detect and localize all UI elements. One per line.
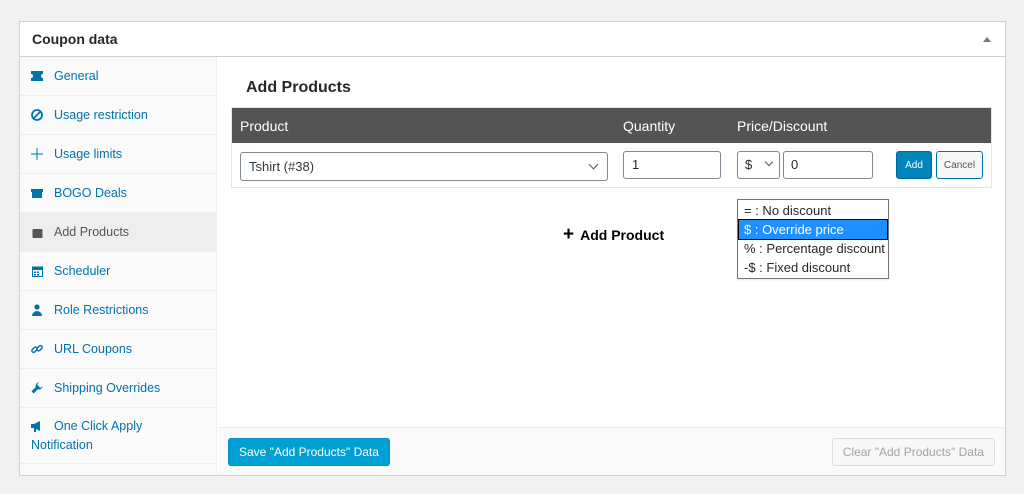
sidebar-item-role-restrictions[interactable]: Role Restrictions [20,291,216,330]
sidebar-item-add-products[interactable]: Add Products [20,213,216,252]
sidebar-item-general[interactable]: General [20,57,216,96]
save-add-products-button[interactable]: Save "Add Products" Data [228,438,390,466]
sidebar-item-label: URL Coupons [54,341,133,356]
clear-add-products-button[interactable]: Clear "Add Products" Data [831,438,995,466]
sidebar-item-label: Shipping Overrides [54,380,161,395]
sidebar-item-one-click-apply-notification[interactable]: One Click Apply Notification [20,408,216,464]
ticket-icon [31,70,43,82]
discount-type-dropdown: = : No discount $ : Override price % : P… [737,199,889,279]
sidebar-item-label: One Click Apply Notification [31,417,143,455]
chevron-down-icon [588,159,599,170]
table-row: Tshirt (#38) 1 $ 0 Add Cancel [232,143,991,187]
sidebar-item-label: Role Restrictions [54,302,149,317]
dropdown-option-override-price[interactable]: $ : Override price [738,219,888,240]
add-product-link[interactable]: + Add Product [563,225,664,244]
add-product-label: Add Product [580,226,665,243]
sidebar-item-label-line1: One Click Apply [54,419,143,433]
sidebar-item-label: BOGO Deals [54,185,127,200]
discount-type-select[interactable]: $ [737,151,780,179]
calendar-icon [31,265,43,277]
plus-icon: + [563,224,575,245]
gift-icon [31,187,43,199]
product-select-value: Tshirt (#38) [249,159,315,174]
chevron-down-icon [764,157,774,167]
sidebar-item-label-line2: Notification [31,438,93,452]
products-table: Product Quantity Price/Discount Tshirt (… [231,107,992,188]
sidebar-item-shipping-overrides[interactable]: Shipping Overrides [20,369,216,408]
column-header-product: Product [240,118,289,134]
sidebar-item-label: Add Products [54,224,130,239]
panel-body: General Usage restriction Usage limits B… [20,57,1005,475]
sidebar-item-url-coupons[interactable]: URL Coupons [20,330,216,369]
sidebar-item-label: Usage restriction [54,107,148,122]
dropdown-option-percentage-discount[interactable]: % : Percentage discount [738,239,888,258]
sidebar-tabs: General Usage restriction Usage limits B… [20,57,217,475]
sidebar-item-label: Scheduler [54,263,111,278]
column-header-quantity: Quantity [623,118,676,134]
panel-header[interactable]: Coupon data [20,22,1005,57]
quantity-input[interactable]: 1 [623,151,721,179]
sidebar-item-bogo-deals[interactable]: BOGO Deals [20,174,216,213]
sidebar-item-scheduler[interactable]: Scheduler [20,252,216,291]
table-header-row: Product Quantity Price/Discount [232,108,991,143]
coupon-data-panel: Coupon data General Usage restriction Us… [19,21,1006,476]
panel-title: Coupon data [32,31,118,47]
megaphone-icon [31,420,43,432]
discount-type-value: $ [745,157,753,172]
link-icon [31,343,43,355]
footer-actions: Save "Add Products" Data Clear "Add Prod… [218,427,1005,475]
plus-icon [31,148,43,160]
collapse-toggle-icon[interactable] [983,36,991,42]
price-input[interactable]: 0 [783,151,873,179]
wrench-icon [31,382,43,394]
sidebar-item-label: General [54,68,99,83]
section-title: Add Products [246,79,351,96]
column-header-price-discount: Price/Discount [737,118,828,134]
add-products-content: Add Products Product Quantity Price/Disc… [218,57,1005,427]
product-select[interactable]: Tshirt (#38) [240,152,608,181]
user-icon [31,304,43,316]
cancel-button[interactable]: Cancel [936,151,983,179]
sidebar-item-usage-limits[interactable]: Usage limits [20,135,216,174]
add-button[interactable]: Add [896,151,932,179]
no-entry-icon [31,109,43,121]
sidebar-item-usage-restriction[interactable]: Usage restriction [20,96,216,135]
sidebar-item-label: Usage limits [54,146,123,161]
dropdown-option-fixed-discount[interactable]: -$ : Fixed discount [738,258,888,277]
bag-icon [31,226,43,238]
dropdown-option-no-discount[interactable]: = : No discount [738,201,888,220]
